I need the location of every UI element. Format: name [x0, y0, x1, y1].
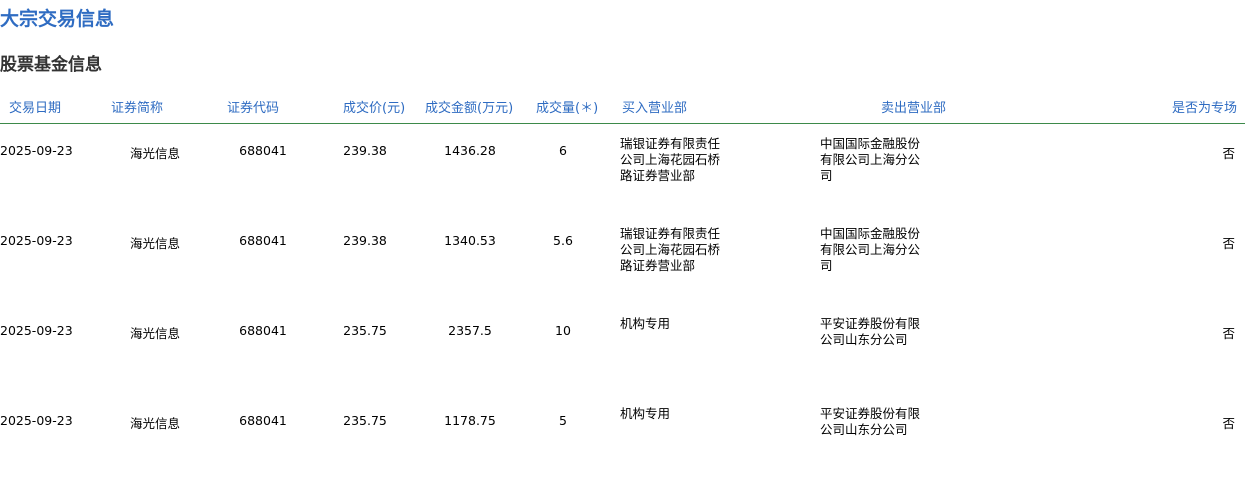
- amount: 1436.28: [444, 143, 496, 158]
- seller-branch: 中国国际金融股份有限公司上海分公司: [820, 136, 921, 183]
- table-row: 2025-09-23 海光信息 688041 235.75 2357.5 10 …: [0, 298, 1245, 388]
- buyer-branch: 瑞银证券有限责任公司上海花园石桥路证券营业部: [620, 226, 721, 273]
- security-name: 海光信息: [129, 236, 180, 251]
- special-flag: 否: [1222, 326, 1235, 341]
- buyer-branch: 瑞银证券有限责任公司上海花园石桥路证券营业部: [620, 136, 721, 183]
- seller-branch: 平安证券股份有限公司山东分公司: [820, 316, 921, 347]
- buyer-branch: 机构专用: [620, 316, 671, 331]
- seller-branch: 中国国际金融股份有限公司上海分公司: [820, 226, 921, 273]
- price: 239.38: [343, 233, 387, 248]
- amount: 1178.75: [444, 413, 496, 428]
- security-name: 海光信息: [129, 326, 180, 341]
- security-name: 海光信息: [129, 416, 180, 431]
- page-title: 大宗交易信息: [0, 8, 115, 30]
- volume: 5: [559, 413, 567, 428]
- trade-date: 2025-09-23: [0, 143, 73, 158]
- security-code: 688041: [239, 323, 287, 338]
- table-row: 2025-09-23 海光信息 688041 239.38 1436.28 6 …: [0, 118, 1245, 208]
- header-trade-date[interactable]: 交易日期: [9, 97, 61, 116]
- section-title: 股票基金信息: [0, 55, 102, 75]
- table-row: 2025-09-23 海光信息 688041 235.75 1178.75 5 …: [0, 388, 1245, 478]
- header-volume[interactable]: 成交量(＊): [536, 97, 598, 116]
- price: 235.75: [343, 323, 387, 338]
- volume: 5.6: [553, 233, 573, 248]
- header-buyer[interactable]: 买入营业部: [622, 97, 687, 116]
- seller-branch: 平安证券股份有限公司山东分公司: [820, 406, 921, 437]
- volume: 10: [555, 323, 571, 338]
- header-security-name[interactable]: 证券简称: [111, 97, 163, 116]
- amount: 1340.53: [444, 233, 496, 248]
- header-price[interactable]: 成交价(元): [343, 97, 405, 116]
- header-amount[interactable]: 成交金额(万元): [425, 97, 513, 116]
- special-flag: 否: [1222, 236, 1235, 251]
- security-code: 688041: [239, 413, 287, 428]
- price: 239.38: [343, 143, 387, 158]
- security-name: 海光信息: [129, 146, 180, 161]
- header-seller[interactable]: 卖出营业部: [881, 97, 946, 116]
- header-special[interactable]: 是否为专场: [1172, 97, 1237, 116]
- buyer-branch: 机构专用: [620, 406, 671, 421]
- volume: 6: [559, 143, 567, 158]
- security-code: 688041: [239, 233, 287, 248]
- table-row: 2025-09-23 海光信息 688041 239.38 1340.53 5.…: [0, 208, 1245, 298]
- special-flag: 否: [1222, 416, 1235, 431]
- amount: 2357.5: [448, 323, 492, 338]
- special-flag: 否: [1222, 146, 1235, 161]
- security-code: 688041: [239, 143, 287, 158]
- trade-date: 2025-09-23: [0, 413, 73, 428]
- price: 235.75: [343, 413, 387, 428]
- header-security-code[interactable]: 证券代码: [227, 97, 279, 116]
- trade-date: 2025-09-23: [0, 323, 73, 338]
- trade-date: 2025-09-23: [0, 233, 73, 248]
